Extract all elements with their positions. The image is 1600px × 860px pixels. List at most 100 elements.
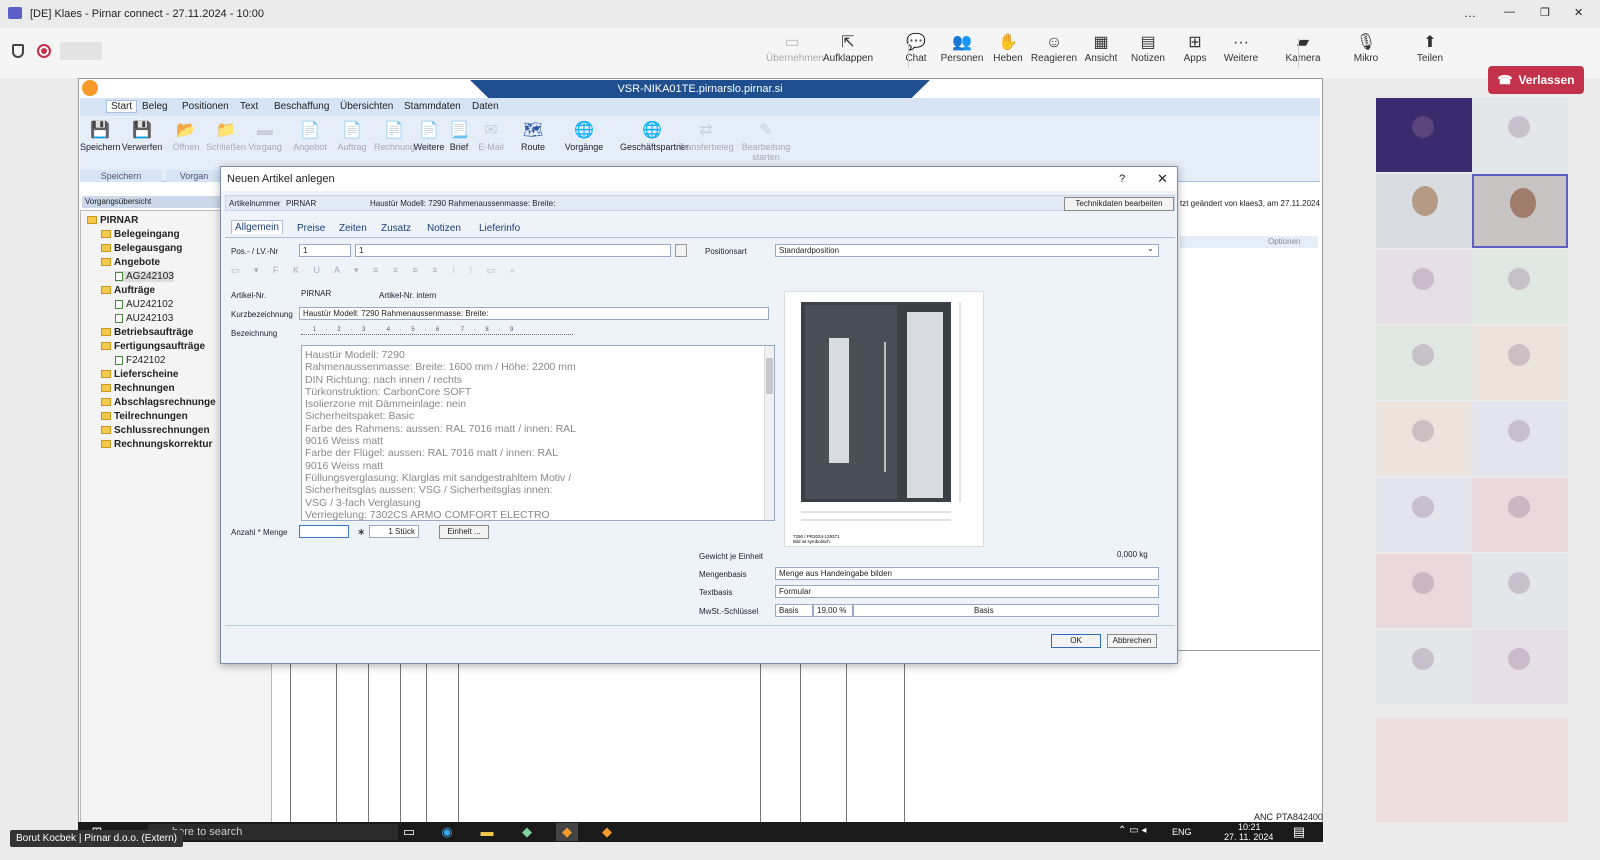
tree-item[interactable]: PIRNAR xyxy=(87,215,138,226)
app-icon-1[interactable]: ◆ xyxy=(516,823,538,841)
pos-input[interactable]: 1 xyxy=(299,244,351,257)
process-button[interactable]: ▬ Vorgang xyxy=(246,120,284,152)
participant-tile[interactable] xyxy=(1376,98,1472,172)
participant-tile[interactable] xyxy=(1376,554,1472,628)
einheit-button[interactable]: Einheit ... xyxy=(439,525,489,539)
processes-button[interactable]: 🌐 Vorgänge xyxy=(564,120,604,152)
tree-item[interactable]: AU242103 xyxy=(115,313,173,324)
ribbon-tab-text[interactable]: Text xyxy=(240,101,258,112)
ribbon-tab-übersichten[interactable]: Übersichten xyxy=(340,101,393,112)
notes-button[interactable]: ▤ Notizen xyxy=(1122,33,1174,64)
invoice-button[interactable]: 📄 Rechnung xyxy=(374,120,415,152)
dialog-close-icon[interactable]: ✕ xyxy=(1157,167,1168,191)
tree-item[interactable]: Angebote xyxy=(101,257,160,268)
positionsart-select[interactable]: Standardposition xyxy=(775,244,1159,257)
tree-item[interactable]: Rechnungskorrektur xyxy=(101,439,212,450)
people-button[interactable]: 👥 Personen xyxy=(936,33,988,64)
lookup-icon[interactable] xyxy=(675,244,687,257)
tree-item[interactable]: Abschlagsrechnunge xyxy=(101,397,216,408)
view-button[interactable]: ▦ Ansicht xyxy=(1075,33,1127,64)
close-window-icon[interactable]: ✕ xyxy=(1574,6,1583,19)
tree-item[interactable]: Lieferscheine xyxy=(101,369,178,380)
more-window-icon[interactable]: … xyxy=(1464,6,1476,20)
order-button[interactable]: 📄 Auftrag xyxy=(334,120,370,152)
taskbar-search[interactable]: here to search xyxy=(148,824,398,840)
tree-item[interactable]: Rechnungen xyxy=(101,383,175,394)
ribbon-tab-start[interactable]: Start xyxy=(106,100,138,113)
react-button[interactable]: ☺ Reagieren xyxy=(1028,33,1080,64)
participant-tile[interactable] xyxy=(1376,326,1472,400)
participant-tile[interactable] xyxy=(1376,250,1472,324)
transfer-button[interactable]: ⇄ Transferbeleg xyxy=(678,120,734,152)
pop-out-button[interactable]: ⇱ Aufklappen xyxy=(822,33,874,64)
dialog-tab-zeiten[interactable]: Zeiten xyxy=(339,223,367,234)
edge-icon[interactable]: ◉ xyxy=(436,823,458,841)
restore-icon[interactable]: ❐ xyxy=(1540,6,1550,19)
dialog-tab-lieferinfo[interactable]: Lieferinfo xyxy=(479,223,520,234)
participant-tile[interactable] xyxy=(1376,478,1472,552)
close-folder-button[interactable]: 📁 Schließen xyxy=(206,120,246,152)
ribbon-tab-stammdaten[interactable]: Stammdaten xyxy=(404,101,461,112)
tree-item[interactable]: Belegeingang xyxy=(101,229,180,240)
dialog-tab-notizen[interactable]: Notizen xyxy=(427,223,461,234)
dialog-tab-zusatz[interactable]: Zusatz xyxy=(381,223,411,234)
options-label[interactable]: Optionen xyxy=(1268,237,1300,246)
participant-tile[interactable] xyxy=(1472,554,1568,628)
participant-tile[interactable] xyxy=(1376,174,1472,248)
dialog-tab-preise[interactable]: Preise xyxy=(297,223,325,234)
cancel-button[interactable]: Abbrechen xyxy=(1107,634,1157,648)
textbasis-select[interactable]: Formular xyxy=(775,585,1159,598)
participant-tile[interactable] xyxy=(1472,402,1568,476)
discard-button[interactable]: 💾 Verwerfen xyxy=(120,120,164,152)
tree-item[interactable]: AG242103 xyxy=(115,271,174,282)
kurzbezeichnung-input[interactable]: Haustür Modell: 7290 Rahmenaussenmasse: … xyxy=(299,307,769,320)
description-textarea[interactable]: Haustür Modell: 7290 Rahmenaussenmasse: B… xyxy=(301,345,775,521)
offer-button[interactable]: 📄 Angebot xyxy=(290,120,330,152)
tree-item[interactable]: Schlussrechnungen xyxy=(101,425,210,436)
participant-tile[interactable] xyxy=(1376,402,1472,476)
start-edit-button[interactable]: ✎ Bearbeitung starten xyxy=(740,120,792,162)
dialog-tab-allgemein[interactable]: Allgemein xyxy=(231,220,283,234)
mwst-name[interactable]: Basis xyxy=(853,604,1159,617)
tree-item[interactable]: Aufträge xyxy=(101,285,155,296)
description-scrollbar[interactable] xyxy=(764,346,774,520)
camera-off-button[interactable]: ▰ Kamera xyxy=(1277,33,1329,64)
more-button[interactable]: ··· Weitere xyxy=(1215,33,1267,64)
tree-item[interactable]: Belegausgang xyxy=(101,243,182,254)
lv-input[interactable]: 1 xyxy=(355,244,671,257)
ok-button[interactable]: OK xyxy=(1051,634,1101,648)
tree-item[interactable]: F242102 xyxy=(115,355,165,366)
task-view-icon[interactable]: ▭ xyxy=(398,823,420,841)
more-docs-button[interactable]: 📄 Weitere xyxy=(412,120,446,152)
chat-button[interactable]: 💬 Chat xyxy=(890,33,942,64)
letter-button[interactable]: 📃 Brief xyxy=(444,120,474,152)
apps-button[interactable]: ⊞ Apps xyxy=(1169,33,1221,64)
tree-item[interactable]: Fertigungsaufträge xyxy=(101,341,205,352)
route-button[interactable]: 🗺 Route xyxy=(516,120,550,152)
share-button[interactable]: ⬆ Teilen xyxy=(1404,33,1456,64)
participant-tile[interactable] xyxy=(1472,326,1568,400)
app-icon-2[interactable]: ◆ xyxy=(556,823,578,841)
ribbon-tab-beschaffung[interactable]: Beschaffung xyxy=(274,101,329,112)
participant-tile[interactable] xyxy=(1472,174,1568,248)
mwst-key-select[interactable]: Basis xyxy=(775,604,813,617)
ribbon-tab-beleg[interactable]: Beleg xyxy=(142,101,168,112)
mic-off-button[interactable]: 🎙 Mikro xyxy=(1340,33,1392,64)
mengenbasis-select[interactable]: Menge aus Handeingabe bilden xyxy=(775,567,1159,580)
participant-tile[interactable] xyxy=(1472,98,1568,172)
anzahl-input[interactable] xyxy=(299,525,349,538)
notification-icon[interactable]: ▤ xyxy=(1288,823,1310,841)
partner-button[interactable]: 🌐 Geschäftspartner xyxy=(620,120,689,152)
take-control-button[interactable]: ▭ Übernehmen xyxy=(766,33,824,64)
email-button[interactable]: ✉ E-Mail xyxy=(476,120,506,152)
participant-tile[interactable] xyxy=(1472,630,1568,704)
tech-data-button[interactable]: Technikdaten bearbeiten xyxy=(1064,197,1174,211)
save-button[interactable]: 💾 Speichern xyxy=(80,120,121,152)
participant-tile[interactable] xyxy=(1472,478,1568,552)
participant-tile[interactable] xyxy=(1376,630,1472,704)
raise-hand-button[interactable]: ✋ Heben xyxy=(982,33,1034,64)
tree-item[interactable]: Betriebsaufträge xyxy=(101,327,193,338)
participant-tile[interactable] xyxy=(1472,250,1568,324)
participant-tile[interactable] xyxy=(1376,718,1568,822)
minimize-icon[interactable]: — xyxy=(1504,6,1515,18)
